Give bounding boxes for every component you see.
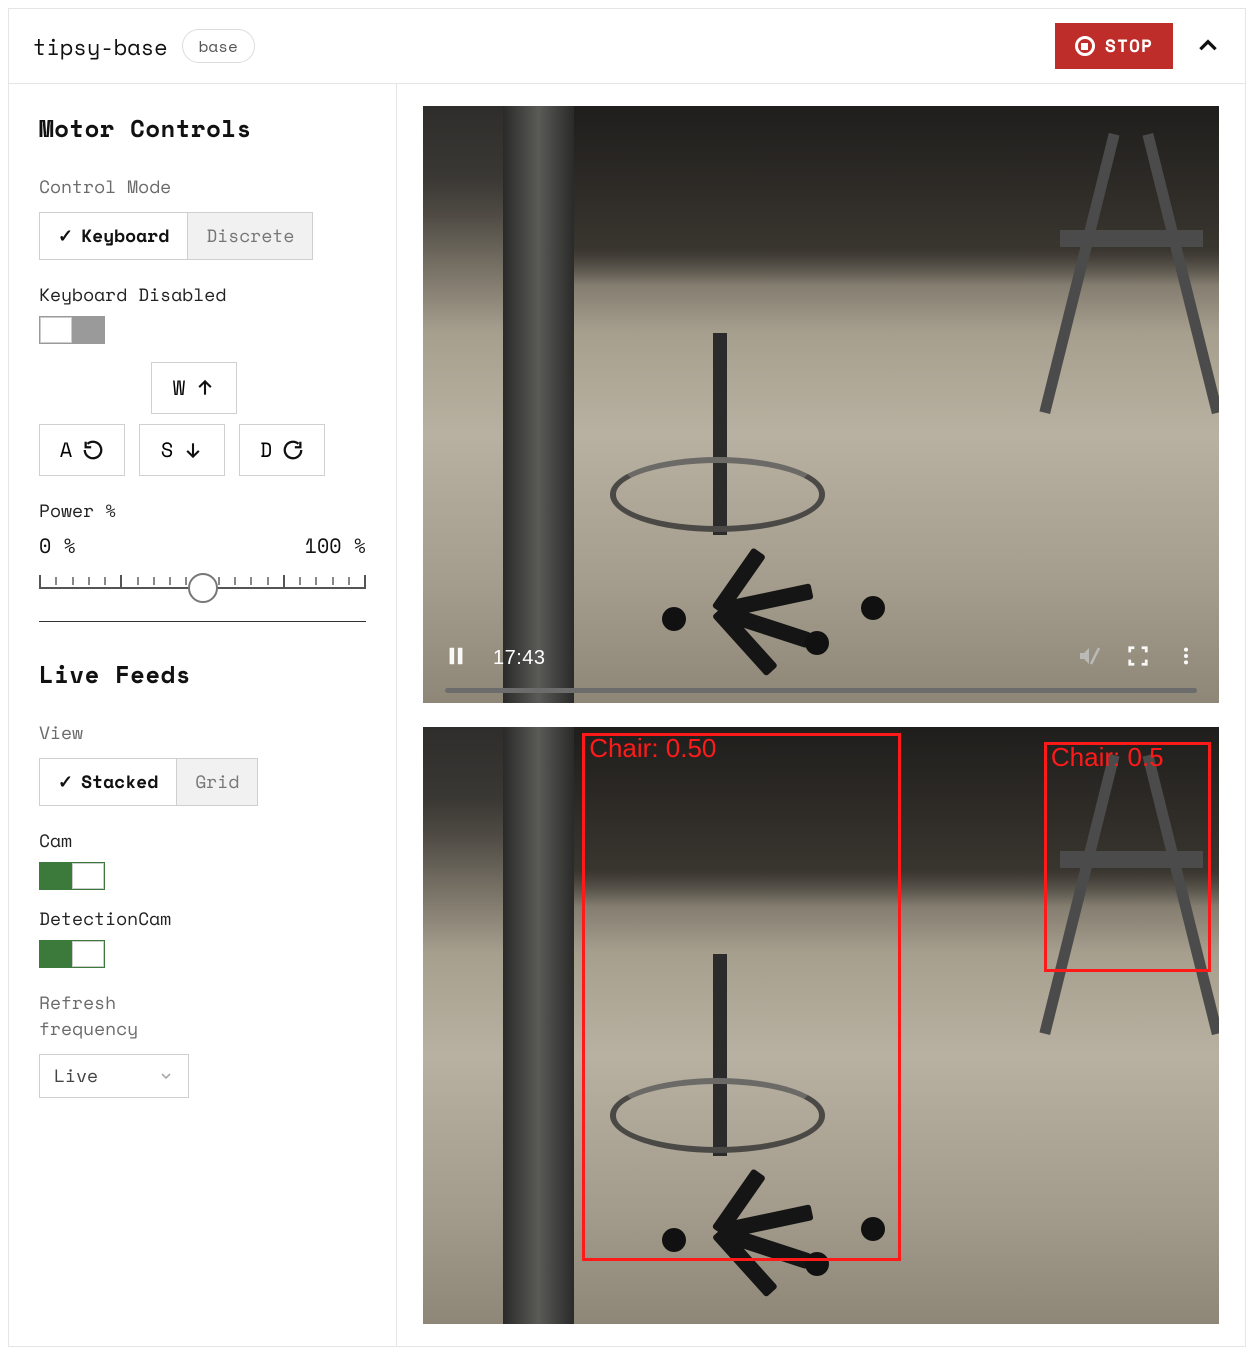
mute-button[interactable] bbox=[1077, 644, 1101, 673]
power-slider[interactable] bbox=[39, 563, 366, 599]
check-icon: ✓ bbox=[58, 769, 73, 795]
stop-button[interactable]: STOP bbox=[1055, 23, 1173, 69]
section-divider bbox=[39, 621, 366, 622]
refresh-frequency-value: Live bbox=[54, 1063, 98, 1089]
slider-thumb[interactable] bbox=[188, 573, 218, 603]
device-title: tipsy-base bbox=[33, 30, 168, 63]
fullscreen-icon bbox=[1127, 645, 1149, 667]
arrow-down-icon bbox=[183, 440, 203, 460]
motor-controls-heading: Motor Controls bbox=[39, 110, 366, 146]
pause-button[interactable] bbox=[445, 645, 467, 672]
video-progress-bar[interactable] bbox=[445, 688, 1197, 693]
detection-label: Chair: 0.5 bbox=[1051, 742, 1164, 773]
detection-bbox: Chair: 0.50 bbox=[582, 733, 900, 1261]
fullscreen-button[interactable] bbox=[1127, 645, 1149, 672]
control-mode-segmented: ✓ Keyboard Discrete bbox=[39, 212, 313, 260]
chevron-up-icon bbox=[1195, 33, 1221, 59]
control-mode-keyboard-label: Keyboard bbox=[81, 223, 169, 249]
direction-pad: W A S D bbox=[39, 362, 366, 476]
key-a-label: A bbox=[60, 436, 72, 465]
video-timestamp: 17:43 bbox=[493, 647, 546, 670]
view-grid-label: Grid bbox=[195, 769, 239, 795]
power-max-label: 100 % bbox=[305, 532, 366, 561]
view-stacked-label: Stacked bbox=[81, 769, 158, 795]
key-s-label: S bbox=[161, 436, 173, 465]
sidebar: Motor Controls Control Mode ✓ Keyboard D… bbox=[9, 84, 397, 1346]
key-w-label: W bbox=[173, 374, 185, 403]
keyboard-disabled-toggle[interactable] bbox=[39, 316, 105, 344]
cam-toggle[interactable] bbox=[39, 862, 105, 890]
video-controls: 17:43 bbox=[423, 632, 1219, 703]
stop-icon bbox=[1075, 36, 1095, 56]
refresh-frequency-label: Refresh frequency bbox=[39, 990, 179, 1042]
control-mode-label: Control Mode bbox=[39, 174, 366, 200]
volume-muted-icon bbox=[1077, 644, 1101, 668]
keyboard-disabled-label: Keyboard Disabled bbox=[39, 282, 366, 308]
toggle-knob bbox=[72, 863, 104, 889]
feeds-area: 17:43 bbox=[397, 84, 1245, 1346]
control-mode-keyboard[interactable]: ✓ Keyboard bbox=[40, 213, 187, 259]
control-mode-discrete-label: Discrete bbox=[206, 223, 294, 249]
cam-feed[interactable]: 17:43 bbox=[423, 106, 1219, 703]
collapse-toggle[interactable] bbox=[1195, 33, 1221, 59]
rotate-cw-icon bbox=[282, 439, 304, 461]
key-s-back[interactable]: S bbox=[139, 424, 225, 476]
key-d-label: D bbox=[260, 436, 272, 465]
video-menu-button[interactable] bbox=[1175, 645, 1197, 672]
rotate-ccw-icon bbox=[82, 439, 104, 461]
toggle-knob bbox=[72, 941, 104, 967]
cam-label: Cam bbox=[39, 828, 366, 854]
arrow-up-icon bbox=[195, 378, 215, 398]
detection-bbox: Chair: 0.5 bbox=[1044, 742, 1211, 972]
check-icon: ✓ bbox=[58, 223, 73, 249]
detectioncam-toggle[interactable] bbox=[39, 940, 105, 968]
header-bar: tipsy-base base STOP bbox=[9, 9, 1245, 84]
pause-icon bbox=[445, 645, 467, 667]
kebab-icon bbox=[1175, 645, 1197, 667]
view-stacked[interactable]: ✓ Stacked bbox=[40, 759, 176, 805]
chevron-down-icon bbox=[158, 1068, 174, 1084]
key-a-rotate-left[interactable]: A bbox=[39, 424, 125, 476]
control-mode-discrete[interactable]: Discrete bbox=[187, 213, 312, 259]
view-segmented: ✓ Stacked Grid bbox=[39, 758, 258, 806]
stop-button-label: STOP bbox=[1105, 33, 1153, 59]
toggle-knob bbox=[40, 317, 72, 343]
detection-label: Chair: 0.50 bbox=[589, 733, 716, 764]
refresh-frequency-select[interactable]: Live bbox=[39, 1054, 189, 1098]
detectioncam-label: DetectionCam bbox=[39, 906, 366, 932]
device-type-chip: base bbox=[182, 29, 255, 63]
key-d-rotate-right[interactable]: D bbox=[239, 424, 325, 476]
live-feeds-heading: Live Feeds bbox=[39, 656, 366, 692]
camera-image bbox=[423, 106, 1219, 703]
key-w-forward[interactable]: W bbox=[151, 362, 237, 414]
power-min-label: 0 % bbox=[39, 532, 76, 561]
power-label: Power % bbox=[39, 498, 366, 524]
view-label: View bbox=[39, 720, 366, 746]
detectioncam-feed[interactable]: Chair: 0.50 Chair: 0.5 bbox=[423, 727, 1219, 1324]
view-grid[interactable]: Grid bbox=[176, 759, 257, 805]
